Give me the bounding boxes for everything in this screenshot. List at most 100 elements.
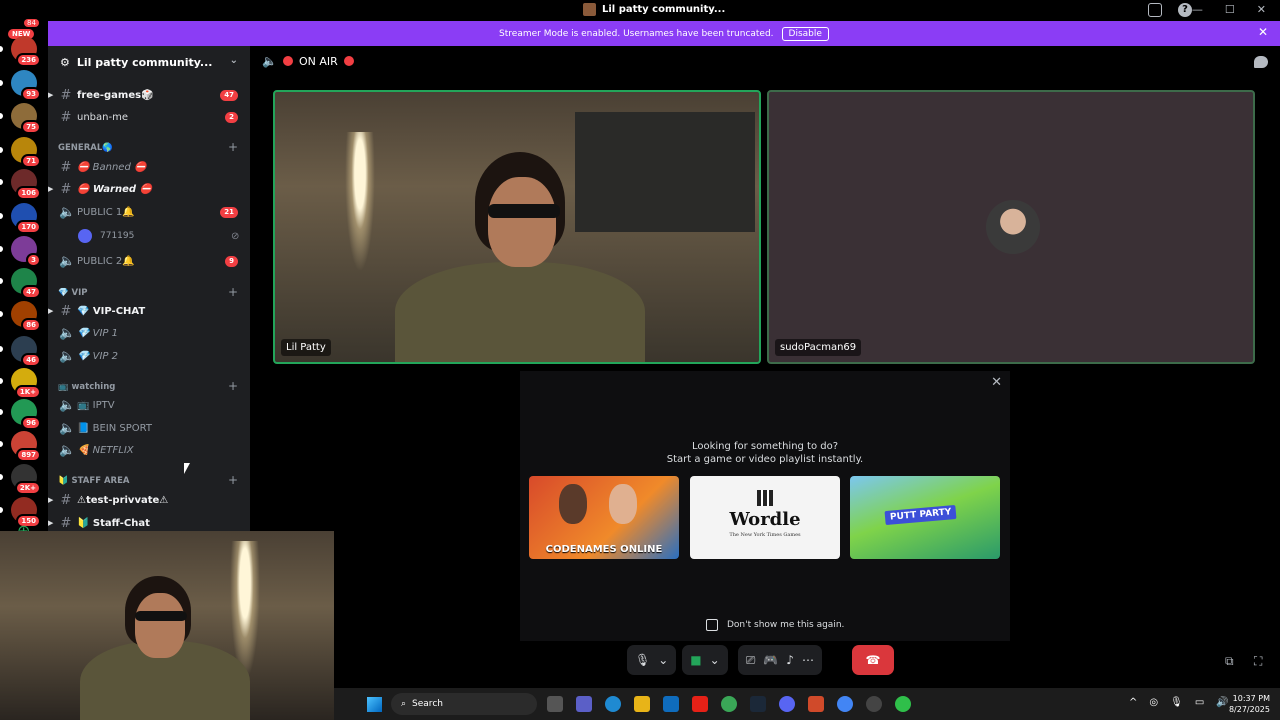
add-channel-icon[interactable]: + (228, 140, 238, 154)
task-view-icon[interactable] (547, 696, 563, 712)
banner-close-icon[interactable]: ✕ (1258, 25, 1268, 39)
channel-staff-chat[interactable]: ▶ # 🔰 Staff-Chat (48, 513, 250, 532)
server-icon[interactable]: 71 (11, 137, 41, 168)
camera-button[interactable]: ■ ⌄ (682, 645, 728, 675)
clock[interactable]: 10:37 PM 8/27/2025 (1229, 693, 1270, 715)
chevron-down-icon[interactable]: ⌄ (658, 653, 668, 667)
category-vip[interactable]: 💎 VIP (58, 288, 88, 298)
activity-wordle[interactable]: Wordle The New York Times Games (690, 476, 840, 559)
game-app-icon[interactable] (808, 696, 824, 712)
add-channel-icon[interactable]: + (228, 379, 238, 393)
voice-user[interactable]: 771195 ⊘ (78, 229, 239, 243)
network-icon[interactable]: ▭ (1195, 697, 1204, 708)
server-badge: 96 (21, 416, 41, 430)
screen-share-button[interactable]: ⎚ 🎮 ♪ ⋯ (737, 645, 822, 675)
taskbar-search[interactable]: ⌕ Search (391, 693, 537, 715)
server-icon[interactable]: 46 (11, 336, 41, 367)
server-list: NEW 236 93 75 71 106 170 3 47 86 46 1K+ 96 897 2K+ 150… (0, 19, 48, 540)
more-icon[interactable]: ⋯ (802, 653, 814, 667)
microphone-button[interactable]: 🎙 ⌄ (627, 645, 677, 675)
server-badge: 75 (21, 120, 41, 134)
steam-icon[interactable] (750, 696, 766, 712)
hash-icon: # (60, 87, 72, 103)
teams-icon[interactable] (576, 696, 592, 712)
discord-icon[interactable] (779, 696, 795, 712)
channel-warned[interactable]: ▶ # ⛔ Warned ⛔ (48, 179, 250, 199)
server-icon[interactable]: 170 (11, 203, 41, 234)
add-channel-icon[interactable]: + (228, 473, 238, 487)
server-icon[interactable]: 3 (11, 236, 41, 267)
hash-icon: # (60, 515, 72, 531)
server-icon[interactable]: 236 (11, 36, 41, 67)
edge-icon[interactable] (605, 696, 621, 712)
channel-banned[interactable]: # ⛔ Banned ⛔ (48, 157, 250, 177)
windows-start-icon[interactable] (367, 697, 382, 712)
checkbox[interactable] (706, 619, 718, 631)
server-icon[interactable]: 86 (11, 301, 41, 332)
outlook-icon[interactable] (663, 696, 679, 712)
server-icon[interactable]: 2K+ (11, 464, 41, 495)
channel-test-privvate[interactable]: ▶ # ⚠test-privvate⚠ (48, 490, 250, 510)
category-staff-area[interactable]: 🔰 STAFF AREA (58, 476, 129, 486)
call-controls: 🎙 ⌄ ■ ⌄ ⎚ 🎮 ♪ ⋯ ☎ (627, 645, 894, 675)
channel-unban-me[interactable]: # unban-me 2 (48, 107, 250, 127)
server-icon[interactable]: 897 (11, 431, 41, 462)
close-window-button[interactable]: ✕ (1257, 3, 1266, 16)
video-tile-sudopacman69[interactable]: sudoPacman69 (767, 90, 1255, 364)
popout-icon[interactable]: ⧉ (1225, 654, 1234, 669)
chevron-down-icon[interactable]: ⌄ (710, 653, 720, 667)
server-icon[interactable]: 150 (11, 497, 41, 528)
voice-channel-netflix[interactable]: 🔈 🍕 NETFLIX (48, 440, 250, 460)
disable-streamer-mode-button[interactable]: Disable (781, 26, 829, 41)
inbox-icon[interactable] (1148, 3, 1162, 17)
server-icon[interactable]: 96 (11, 399, 41, 430)
close-icon[interactable]: ✕ (991, 375, 1002, 390)
activity-icon[interactable]: 🎮 (763, 653, 778, 667)
video-tile-lil-patty[interactable]: Lil Patty (273, 90, 761, 364)
volume-icon[interactable]: 🔊 (1216, 697, 1228, 708)
unread-pill (0, 409, 3, 415)
guild-header[interactable]: ⚙ Lil patty community... ⌄ (48, 46, 250, 78)
xbox-icon[interactable] (721, 696, 737, 712)
file-explorer-icon[interactable] (634, 696, 650, 712)
stage-title: ON AIR (298, 54, 338, 68)
onedrive-icon[interactable]: ◎ (1149, 697, 1158, 708)
activity-putt-party[interactable]: PUTT PARTY (850, 476, 1000, 559)
server-badge: 71 (21, 154, 41, 168)
minimize-button[interactable]: — (1192, 3, 1203, 16)
voice-channel-vip-2[interactable]: 🔈 💎 VIP 2 (48, 346, 250, 366)
unread-pill (0, 80, 3, 86)
add-channel-icon[interactable]: + (228, 285, 238, 299)
category-watching[interactable]: 📺 watching (58, 382, 115, 392)
category-general[interactable]: GENERAL🌎 (58, 143, 113, 153)
server-icon[interactable]: 1K+ (11, 368, 41, 399)
chevron-up-icon[interactable]: ^ (1129, 697, 1137, 708)
clock-date: 8/27/2025 (1228, 705, 1270, 714)
chat-icon[interactable] (1254, 56, 1268, 68)
server-icon[interactable]: 106 (11, 169, 41, 200)
fullscreen-icon[interactable]: ⛶ (1254, 654, 1262, 669)
disconnect-button[interactable]: ☎ (851, 645, 894, 675)
server-badge: 106 (16, 186, 41, 200)
server-icon[interactable]: 75 (11, 103, 41, 134)
maximize-button[interactable]: ☐ (1225, 3, 1235, 16)
activity-codenames[interactable]: CODENAMES ONLINE (529, 476, 679, 559)
chevron-down-icon[interactable]: ⌄ (230, 55, 238, 66)
voice-channel-public-2[interactable]: 🔈 PUBLIC 2🔔 9 (48, 251, 250, 271)
voice-channel-public-1[interactable]: 🔈 PUBLIC 1🔔 21 (48, 202, 250, 222)
dont-show-again[interactable]: Don't show me this again. (706, 619, 844, 631)
channel-vip-chat[interactable]: ▶ # 💎 VIP-CHAT (48, 301, 250, 321)
server-icon[interactable]: 47 (11, 268, 41, 299)
settings-icon[interactable] (866, 696, 882, 712)
app-icon[interactable] (895, 696, 911, 712)
youtube-icon[interactable] (692, 696, 708, 712)
soundboard-icon[interactable]: ♪ (786, 653, 794, 667)
microphone-icon[interactable]: 🎙 (1170, 697, 1183, 708)
chrome-icon[interactable] (837, 696, 853, 712)
voice-channel-vip-1[interactable]: 🔈 💎 VIP 1 (48, 323, 250, 343)
server-icon[interactable]: 93 (11, 70, 41, 101)
voice-channel-bein-sport[interactable]: 🔈 📘 BEIN SPORT (48, 418, 250, 438)
help-icon[interactable]: ? (1178, 3, 1192, 17)
voice-channel-iptv[interactable]: 🔈 📺 IPTV (48, 395, 250, 415)
channel-free-games[interactable]: ▶ # free-games🎲 47 (48, 85, 250, 105)
